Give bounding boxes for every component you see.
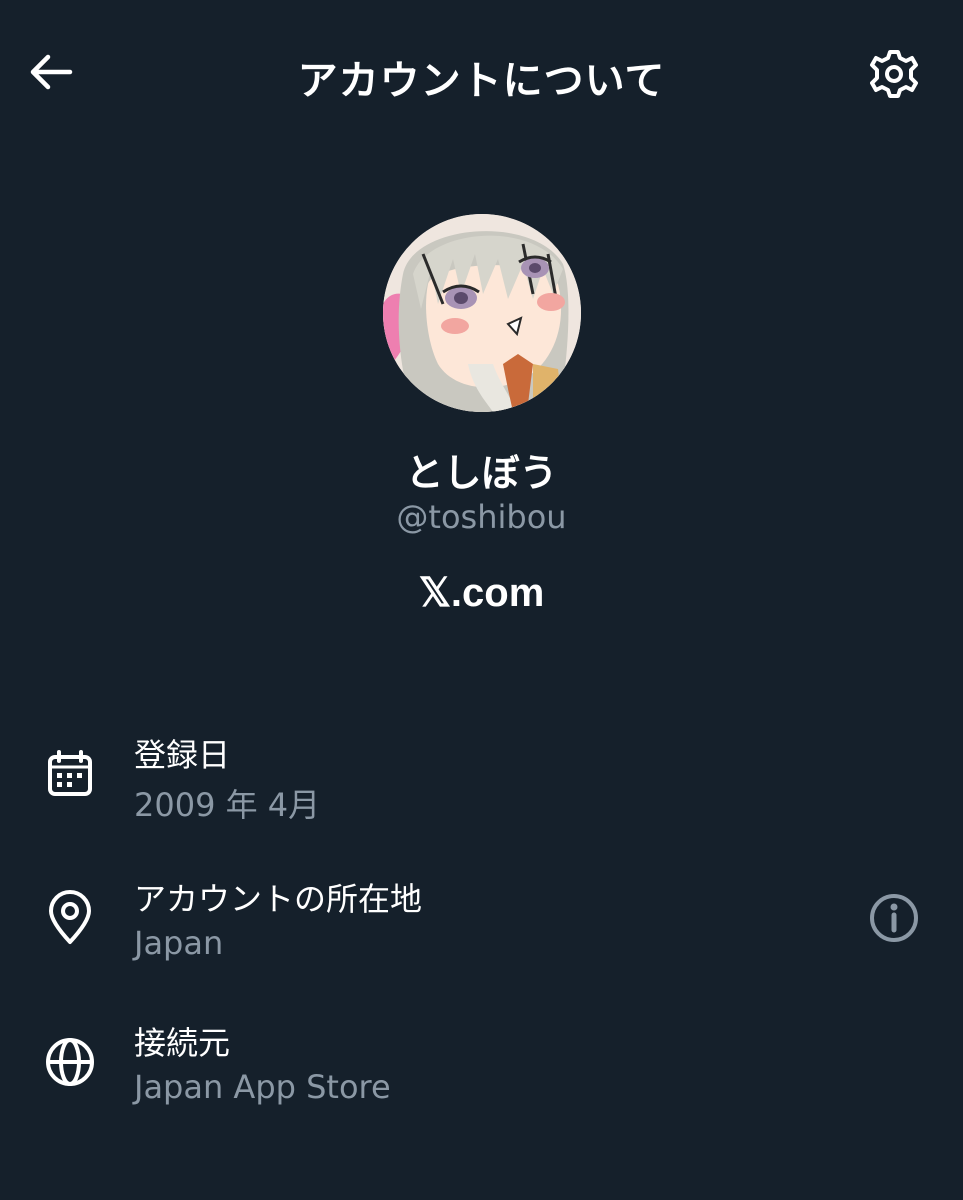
detail-label: 接続元 — [134, 1024, 231, 1062]
detail-label: アカウントの所在地 — [134, 880, 423, 918]
detail-value: 2009 年 4月 — [134, 786, 321, 824]
detail-value: Japan App Store — [134, 1068, 391, 1106]
avatar[interactable] — [383, 214, 581, 412]
location-info-button[interactable] — [864, 888, 924, 948]
brand-domain: 𝕏.com — [418, 571, 545, 615]
detail-label: 登録日 — [134, 736, 231, 774]
detail-row-location: アカウントの所在地 Japan — [0, 866, 963, 966]
back-button[interactable] — [22, 48, 78, 96]
settings-button[interactable] — [864, 44, 924, 104]
username-handle: @toshibou — [396, 498, 567, 536]
info-icon — [870, 894, 918, 942]
calendar-icon — [40, 744, 100, 804]
top-bar: アカウントについて — [0, 0, 963, 145]
avatar-illustration — [383, 214, 581, 412]
detail-row-joined: 登録日 2009 年 4月 — [0, 722, 963, 824]
detail-row-connected-via: 接続元 Japan App Store — [0, 1010, 963, 1110]
globe-icon — [40, 1032, 100, 1092]
display-name: としぼう — [405, 451, 558, 495]
location-pin-icon — [40, 888, 100, 948]
arrow-left-icon — [30, 54, 73, 90]
page-title: アカウントについて — [297, 58, 666, 104]
detail-value: Japan — [134, 924, 224, 962]
gear-icon — [870, 50, 918, 98]
